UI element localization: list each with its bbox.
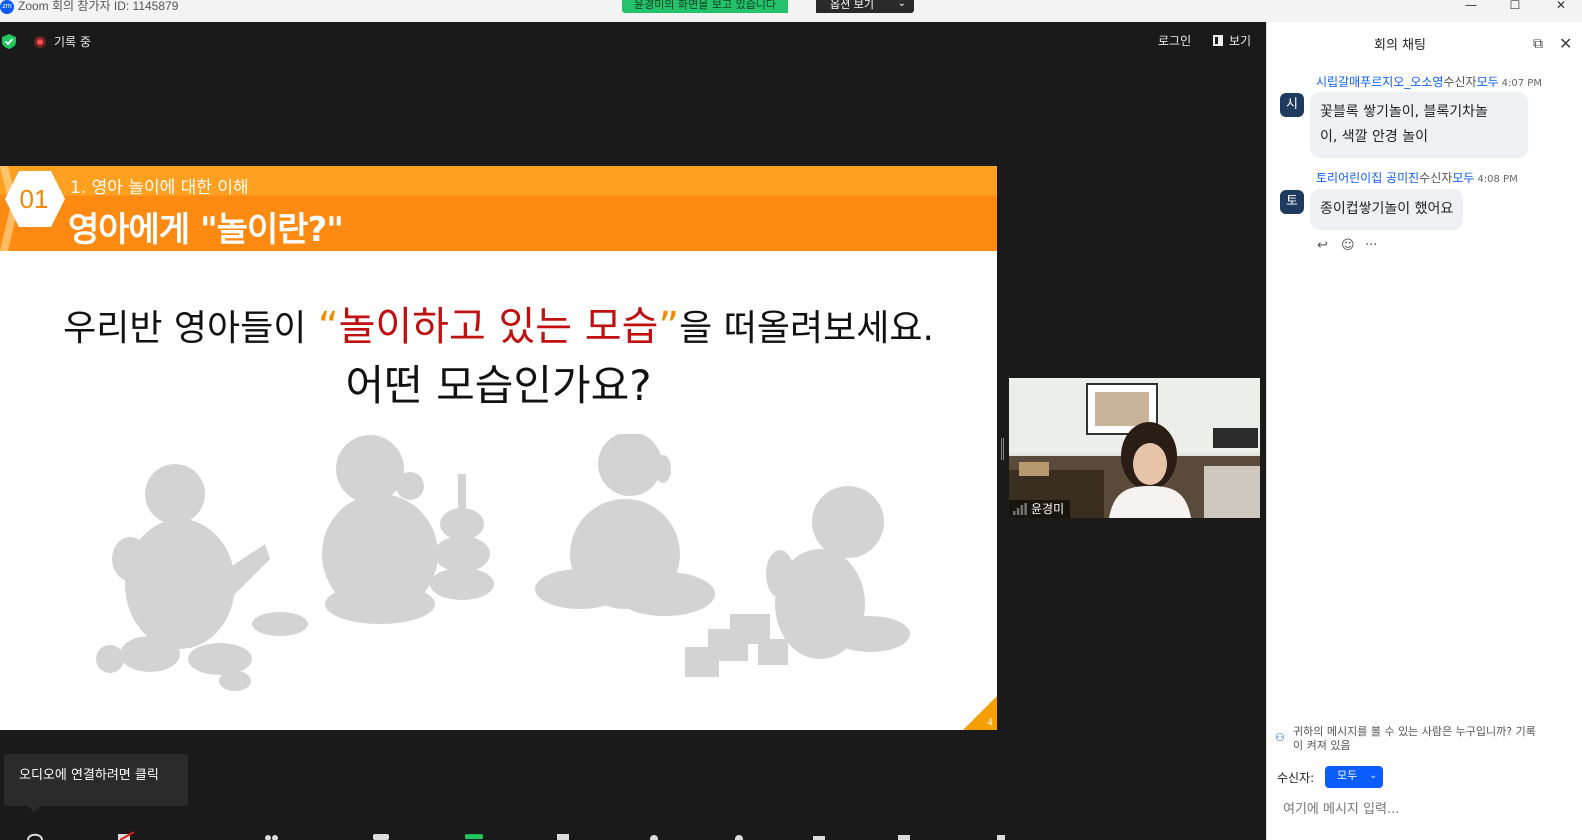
shared-screen-slide: 01 1. 영아 놀이에 대한 이해 영아에게 "놀이란?" 우리반 영아들이 … [0, 166, 997, 730]
view-button[interactable]: 보기 [1229, 32, 1251, 49]
recording-icon [34, 36, 46, 48]
avatar[interactable]: 토 [1280, 190, 1304, 214]
chat-message-input[interactable] [1283, 798, 1573, 820]
view-icon [1213, 35, 1223, 46]
message-visibility-info[interactable]: ⚇ 귀하의 메시지를 볼 수 있는 사람은 누구입니까? 기록 이 켜져 있음 [1273, 725, 1582, 753]
highlighted-phrase: 놀이하고 있는 모습 [338, 304, 659, 350]
recipient-dropdown[interactable]: 모두 ⌄ [1325, 766, 1383, 788]
message-time: 4:08 PM [1477, 174, 1518, 185]
chat-panel: 회의 채팅 ⧉ ✕ 시립갈매푸르지오_오소영수신자모두 4:07 PM 시 꽃블록… [1266, 22, 1582, 840]
slide-question-line-2: 어떤 모습인가요? [345, 361, 652, 410]
participants-icon[interactable] [262, 830, 280, 840]
line1-after: 을 떠올려보세요. [679, 308, 934, 349]
message-time: 4:07 PM [1501, 78, 1542, 89]
emoji-reaction-icon[interactable]: ☺ [1341, 238, 1355, 253]
close-quote: ” [658, 304, 680, 350]
reactions-icon[interactable] [645, 830, 663, 840]
visibility-text-line-2: 이 켜져 있음 [1293, 739, 1351, 752]
message-header: 토리어린이집 공미진수신자모두 4:08 PM [1316, 169, 1518, 186]
person-info-icon: ⚇ [1275, 731, 1285, 744]
participant-video-tile[interactable]: 윤경미 [1009, 378, 1260, 518]
recipient-selected-value: 모두 [1337, 769, 1358, 782]
share-screen-icon[interactable] [465, 830, 483, 840]
line1-before: 우리반 영아들이 [63, 308, 318, 349]
participant-name: 윤경미 [1009, 500, 1071, 518]
message-to-label: 수신자 [1419, 171, 1453, 185]
message-recipient: 모두 [1452, 171, 1475, 185]
chevron-down-icon: ⌄ [1369, 771, 1377, 781]
message-recipient: 모두 [1476, 75, 1499, 89]
popout-icon[interactable]: ⧉ [1533, 36, 1543, 52]
whiteboard-icon[interactable] [810, 830, 828, 840]
recording-label[interactable]: 기록 중 [54, 33, 91, 50]
visibility-text-line-1: 귀하의 메시지를 볼 수 있는 사람은 누구입니까? 기록 [1293, 725, 1536, 738]
close-chat-icon[interactable]: ✕ [1559, 34, 1572, 53]
view-options-button[interactable]: 옵션 보기 ⌄ [816, 0, 914, 13]
slide-page-number: 4 [987, 718, 993, 728]
message-text-line: 꽃블록 쌓기놀이, 블록기차놀 [1320, 104, 1488, 120]
participant-video-feed [1009, 378, 1260, 518]
audio-headphone-icon[interactable] [26, 830, 44, 840]
reply-icon[interactable]: ↩ [1317, 238, 1328, 253]
zoom-window: zm Zoom 회의 참가자 ID: 1145879 윤경미의 화면을 보고 있… [0, 0, 1582, 840]
apps-icon[interactable] [730, 830, 748, 840]
message-header: 시립갈매푸르지오_오소영수신자모두 4:07 PM [1316, 73, 1542, 90]
more-options-icon[interactable]: ··· [1365, 238, 1377, 253]
chevron-down-icon: ⌄ [897, 0, 906, 9]
avatar[interactable]: 시 [1280, 93, 1304, 117]
view-options-label: 옵션 보기 [830, 0, 874, 11]
minimize-button[interactable]: — [1448, 0, 1494, 13]
login-button[interactable]: 로그인 [1158, 32, 1191, 49]
recipient-label: 수신자: [1277, 771, 1315, 785]
window-title: Zoom 회의 참가자 ID: 1145879 [18, 0, 179, 13]
message-sender[interactable]: 토리어린이집 공미진 [1316, 171, 1419, 185]
message-bubble: 꽃블록 쌓기놀이, 블록기차놀 이, 색깔 안경 놀이 [1310, 92, 1528, 158]
message-text-line: 종이컵쌓기놀이 했어요 [1320, 201, 1454, 217]
slide-question-line-1: 우리반 영아들이 “놀이하고 있는 모습”을 떠올려보세요. [0, 294, 997, 352]
panel-resize-handle[interactable] [1001, 438, 1004, 460]
slide-title: 영아에게 "놀이란?" [68, 210, 344, 250]
maximize-button[interactable]: ☐ [1492, 0, 1538, 13]
slide-subtitle: 1. 영아 놀이에 대한 이해 [70, 178, 249, 198]
security-shield-icon[interactable] [2, 34, 16, 49]
open-quote: “ [317, 304, 339, 350]
zoom-logo-icon: zm [0, 0, 14, 14]
message-bubble: 종이컵쌓기놀이 했어요 [1310, 189, 1464, 230]
meeting-area: 기록 중 로그인 보기 01 1. 영아 놀이에 대한 이해 영아에게 "놀이란… [0, 22, 1266, 840]
record-icon[interactable] [555, 830, 573, 840]
more-icon[interactable] [992, 830, 1010, 840]
title-bar: zm Zoom 회의 참가자 ID: 1145879 윤경미의 화면을 보고 있… [0, 0, 1582, 22]
close-window-button[interactable]: ✕ [1538, 0, 1582, 13]
message-sender[interactable]: 시립갈매푸르지오_오소영 [1316, 75, 1443, 89]
chat-header-title: 회의 채팅 [1374, 38, 1426, 53]
slide-section-number: 01 [19, 184, 49, 214]
chat-icon[interactable] [372, 830, 390, 840]
message-to-label: 수신자 [1443, 75, 1477, 89]
playing-children-silhouettes [96, 434, 910, 691]
video-off-icon[interactable] [118, 830, 136, 840]
message-text-line: 이, 색깔 안경 놀이 [1320, 129, 1428, 145]
screen-share-banner: 윤경미의 화면을 보고 있습니다 [622, 0, 789, 13]
audio-connect-tooltip[interactable]: 오디오에 연결하려면 클릭 [4, 754, 188, 812]
notes-icon[interactable] [895, 830, 913, 840]
